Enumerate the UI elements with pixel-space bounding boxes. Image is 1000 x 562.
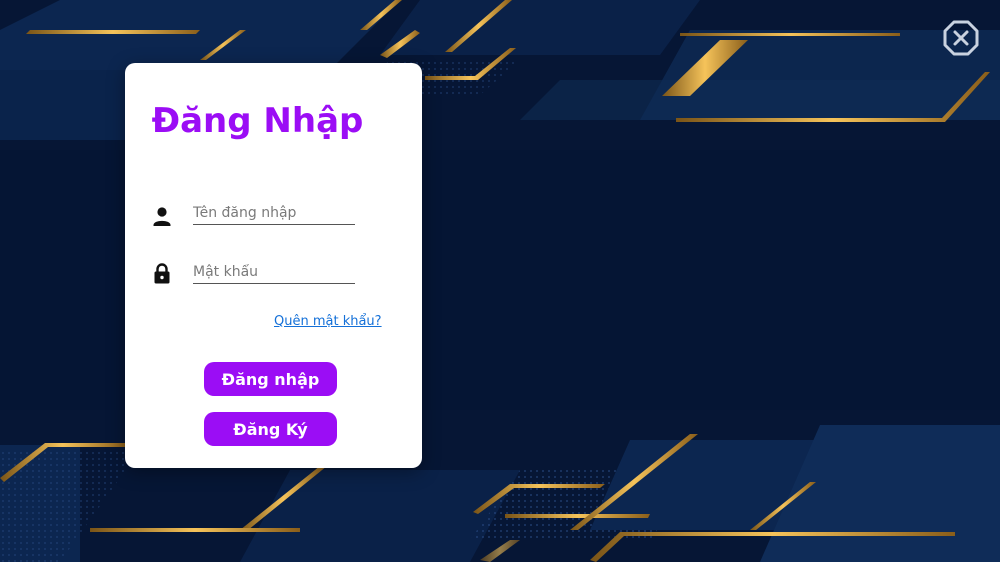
username-field[interactable] xyxy=(193,202,355,225)
user-icon xyxy=(152,206,172,228)
login-button[interactable]: Đăng nhập xyxy=(204,362,337,396)
password-field[interactable] xyxy=(193,261,355,284)
register-button[interactable]: Đăng Ký xyxy=(204,412,337,446)
forgot-password-link[interactable]: Quên mật khẩu? xyxy=(274,314,382,329)
login-card: Đăng Nhập Quên mật khẩu? Đăng nhập Đăng … xyxy=(125,63,422,468)
close-button[interactable] xyxy=(941,18,981,58)
close-icon xyxy=(943,20,979,56)
lock-icon xyxy=(152,262,172,284)
page-title: Đăng Nhập xyxy=(151,101,364,141)
